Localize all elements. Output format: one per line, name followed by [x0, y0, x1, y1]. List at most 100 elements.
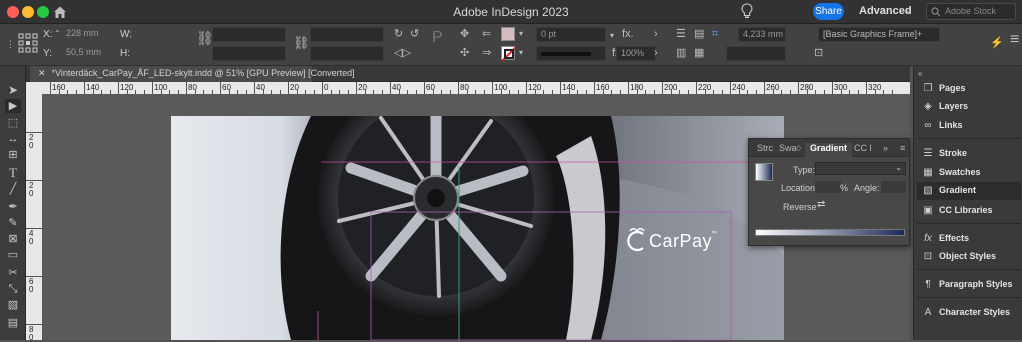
share-button[interactable]: Share: [813, 3, 844, 20]
panel-expand-icon[interactable]: »: [883, 143, 888, 153]
page-tool-icon[interactable]: ⬚: [5, 116, 21, 130]
content-collector-icon[interactable]: ⊞: [5, 148, 21, 162]
select-next-icon[interactable]: ⇒: [482, 47, 491, 59]
flip-horizontal-icon[interactable]: ◁▷: [394, 47, 411, 59]
corner-shape-select[interactable]: [726, 46, 786, 61]
tab-cc-libraries[interactable]: CC l: [854, 143, 872, 153]
stroke-type-select[interactable]: [536, 46, 606, 61]
stroke-dropdown-icon[interactable]: ▾: [519, 47, 523, 59]
direct-selection-tool-icon[interactable]: ▶: [5, 99, 21, 113]
dock-collapse-icon[interactable]: «: [918, 68, 922, 80]
distribute-icon[interactable]: ▥: [676, 47, 686, 59]
align-icon[interactable]: ▤: [694, 28, 704, 40]
gradient-ramp[interactable]: [755, 229, 905, 236]
stroke-weight-field[interactable]: 0 pt: [536, 27, 606, 42]
links-icon: ∞: [924, 120, 932, 131]
type-tool-icon[interactable]: T: [5, 166, 21, 180]
dock-item-effects[interactable]: fx Effects: [917, 230, 1021, 248]
pencil-tool-icon[interactable]: ✎: [5, 216, 21, 230]
fill-dropdown-icon[interactable]: ▾: [519, 28, 523, 40]
ruler-origin[interactable]: [26, 82, 42, 94]
carpay-trademark: ™: [711, 231, 717, 237]
tab-stroke[interactable]: Strc: [757, 143, 773, 153]
shear-field[interactable]: [310, 46, 384, 61]
corner-options-icon[interactable]: ⌗: [712, 28, 718, 40]
flip-p-icon[interactable]: P: [432, 30, 443, 46]
close-tab-icon[interactable]: ✕: [38, 68, 46, 78]
tab-gradient[interactable]: Gradient: [805, 143, 853, 157]
dock-item-pages[interactable]: ❐ Pages: [917, 80, 1021, 98]
document-page[interactable]: CarPay ™: [171, 116, 784, 340]
gradient-preview-swatch[interactable]: [755, 163, 773, 181]
ruler-tick: [50, 82, 51, 94]
scale-y-field[interactable]: [212, 46, 286, 61]
dock-item-character-styles[interactable]: A Character Styles: [917, 304, 1021, 322]
dock-item-links[interactable]: ∞ Links: [917, 117, 1021, 135]
panel-menu-icon[interactable]: ≡: [900, 143, 905, 153]
select-content-icon[interactable]: ✣: [460, 47, 469, 59]
gradient-swatch-tool-icon[interactable]: ▧: [5, 298, 21, 312]
stroke-swatch[interactable]: [501, 46, 517, 62]
rotate-ccw-icon[interactable]: ↺: [410, 28, 419, 40]
w-field[interactable]: [131, 27, 187, 42]
link-icon[interactable]: ⛓: [293, 36, 310, 49]
x-stepper[interactable]: ⌃: [54, 28, 61, 40]
lightbulb-icon[interactable]: [741, 3, 753, 20]
ruler-label: 60: [222, 83, 231, 92]
gradient-type-select[interactable]: ⌄: [815, 162, 906, 175]
dock-item-cc-libraries[interactable]: ▣ CC Libraries: [917, 202, 1021, 220]
carpay-logo-text: CarPay: [649, 231, 713, 251]
free-transform-tool-icon[interactable]: ⤡: [5, 282, 21, 296]
dock-item-layers[interactable]: ◈ Layers: [917, 98, 1021, 116]
scissors-tool-icon[interactable]: ✂: [5, 266, 21, 280]
reverse-gradient-icon[interactable]: ⇄: [817, 199, 825, 210]
object-style-icon[interactable]: ⊡: [814, 47, 823, 59]
object-style-select[interactable]: [Basic Graphics Frame]+: [818, 27, 940, 42]
ruler-tick: [526, 82, 527, 94]
rectangle-tool-icon[interactable]: ▭: [5, 248, 21, 262]
rectangle-frame-tool-icon[interactable]: ⊠: [5, 232, 21, 246]
ruler-tick: [26, 276, 42, 277]
ruler-tick: [118, 82, 119, 94]
ruler-tick: [322, 82, 323, 94]
workspace-switcher[interactable]: Advanced: [859, 5, 912, 17]
x-field[interactable]: 228 mm: [62, 27, 114, 42]
scale-x-field[interactable]: [212, 27, 286, 42]
reference-point-icon[interactable]: [18, 33, 38, 53]
location-field[interactable]: [815, 181, 841, 193]
lightning-icon[interactable]: ⚡: [990, 37, 1004, 49]
line-tool-icon[interactable]: ╱: [5, 182, 21, 196]
adobe-stock-search[interactable]: Adobe Stock: [926, 3, 1016, 20]
note-tool-icon[interactable]: ▤: [5, 316, 21, 330]
dock-item-stroke[interactable]: ☰ Stroke: [917, 145, 1021, 163]
angle-field[interactable]: [881, 181, 906, 193]
horizontal-ruler[interactable]: 160 140 120 100 80 60 40 20 0 20 40 60 80 100 120 140 16…: [42, 82, 910, 94]
dock-item-object-styles[interactable]: ⊡ Object Styles: [917, 248, 1021, 266]
tab-swatches[interactable]: Swa: [779, 143, 797, 153]
pen-tool-icon[interactable]: ✒: [5, 200, 21, 214]
control-menu-icon[interactable]: ≡: [1010, 32, 1019, 48]
h-field[interactable]: [131, 46, 187, 61]
ruler-label: 60: [426, 83, 435, 92]
y-field[interactable]: 50,5 mm: [62, 46, 114, 61]
dock-item-swatches[interactable]: ▦ Swatches: [917, 164, 1021, 182]
rotate-cw-icon[interactable]: ↻: [394, 28, 403, 40]
vertical-ruler[interactable]: 2 02 04 06 08 0: [26, 94, 42, 342]
opacity-chevron-icon[interactable]: ›: [654, 47, 658, 59]
select-container-icon[interactable]: ✥: [460, 28, 469, 40]
fx-chevron-icon[interactable]: ›: [654, 28, 658, 40]
gap-field[interactable]: 4,233 mm: [738, 27, 786, 42]
gap-tool-icon[interactable]: ↔: [5, 132, 21, 146]
fill-swatch[interactable]: [501, 27, 515, 41]
document-tab[interactable]: ✕ *Vinterdäck_CarPay_ÅF_LED-skylt.indd @ …: [30, 66, 355, 82]
rotation-field[interactable]: [310, 27, 384, 42]
wrap-around-icon[interactable]: ▦: [694, 47, 704, 59]
chevron-down-icon[interactable]: ⌄: [905, 5, 913, 16]
stroke-weight-chevron-icon[interactable]: ▾: [610, 30, 614, 42]
opacity-field[interactable]: 100%: [616, 46, 656, 61]
selection-tool-icon[interactable]: ➤: [5, 83, 21, 97]
dock-item-paragraph-styles[interactable]: ¶ Paragraph Styles: [917, 276, 1021, 294]
dock-item-gradient[interactable]: ▧ Gradient: [917, 182, 1021, 200]
select-previous-icon[interactable]: ⇐: [482, 28, 491, 40]
text-wrap-icon[interactable]: ☰: [676, 28, 686, 40]
